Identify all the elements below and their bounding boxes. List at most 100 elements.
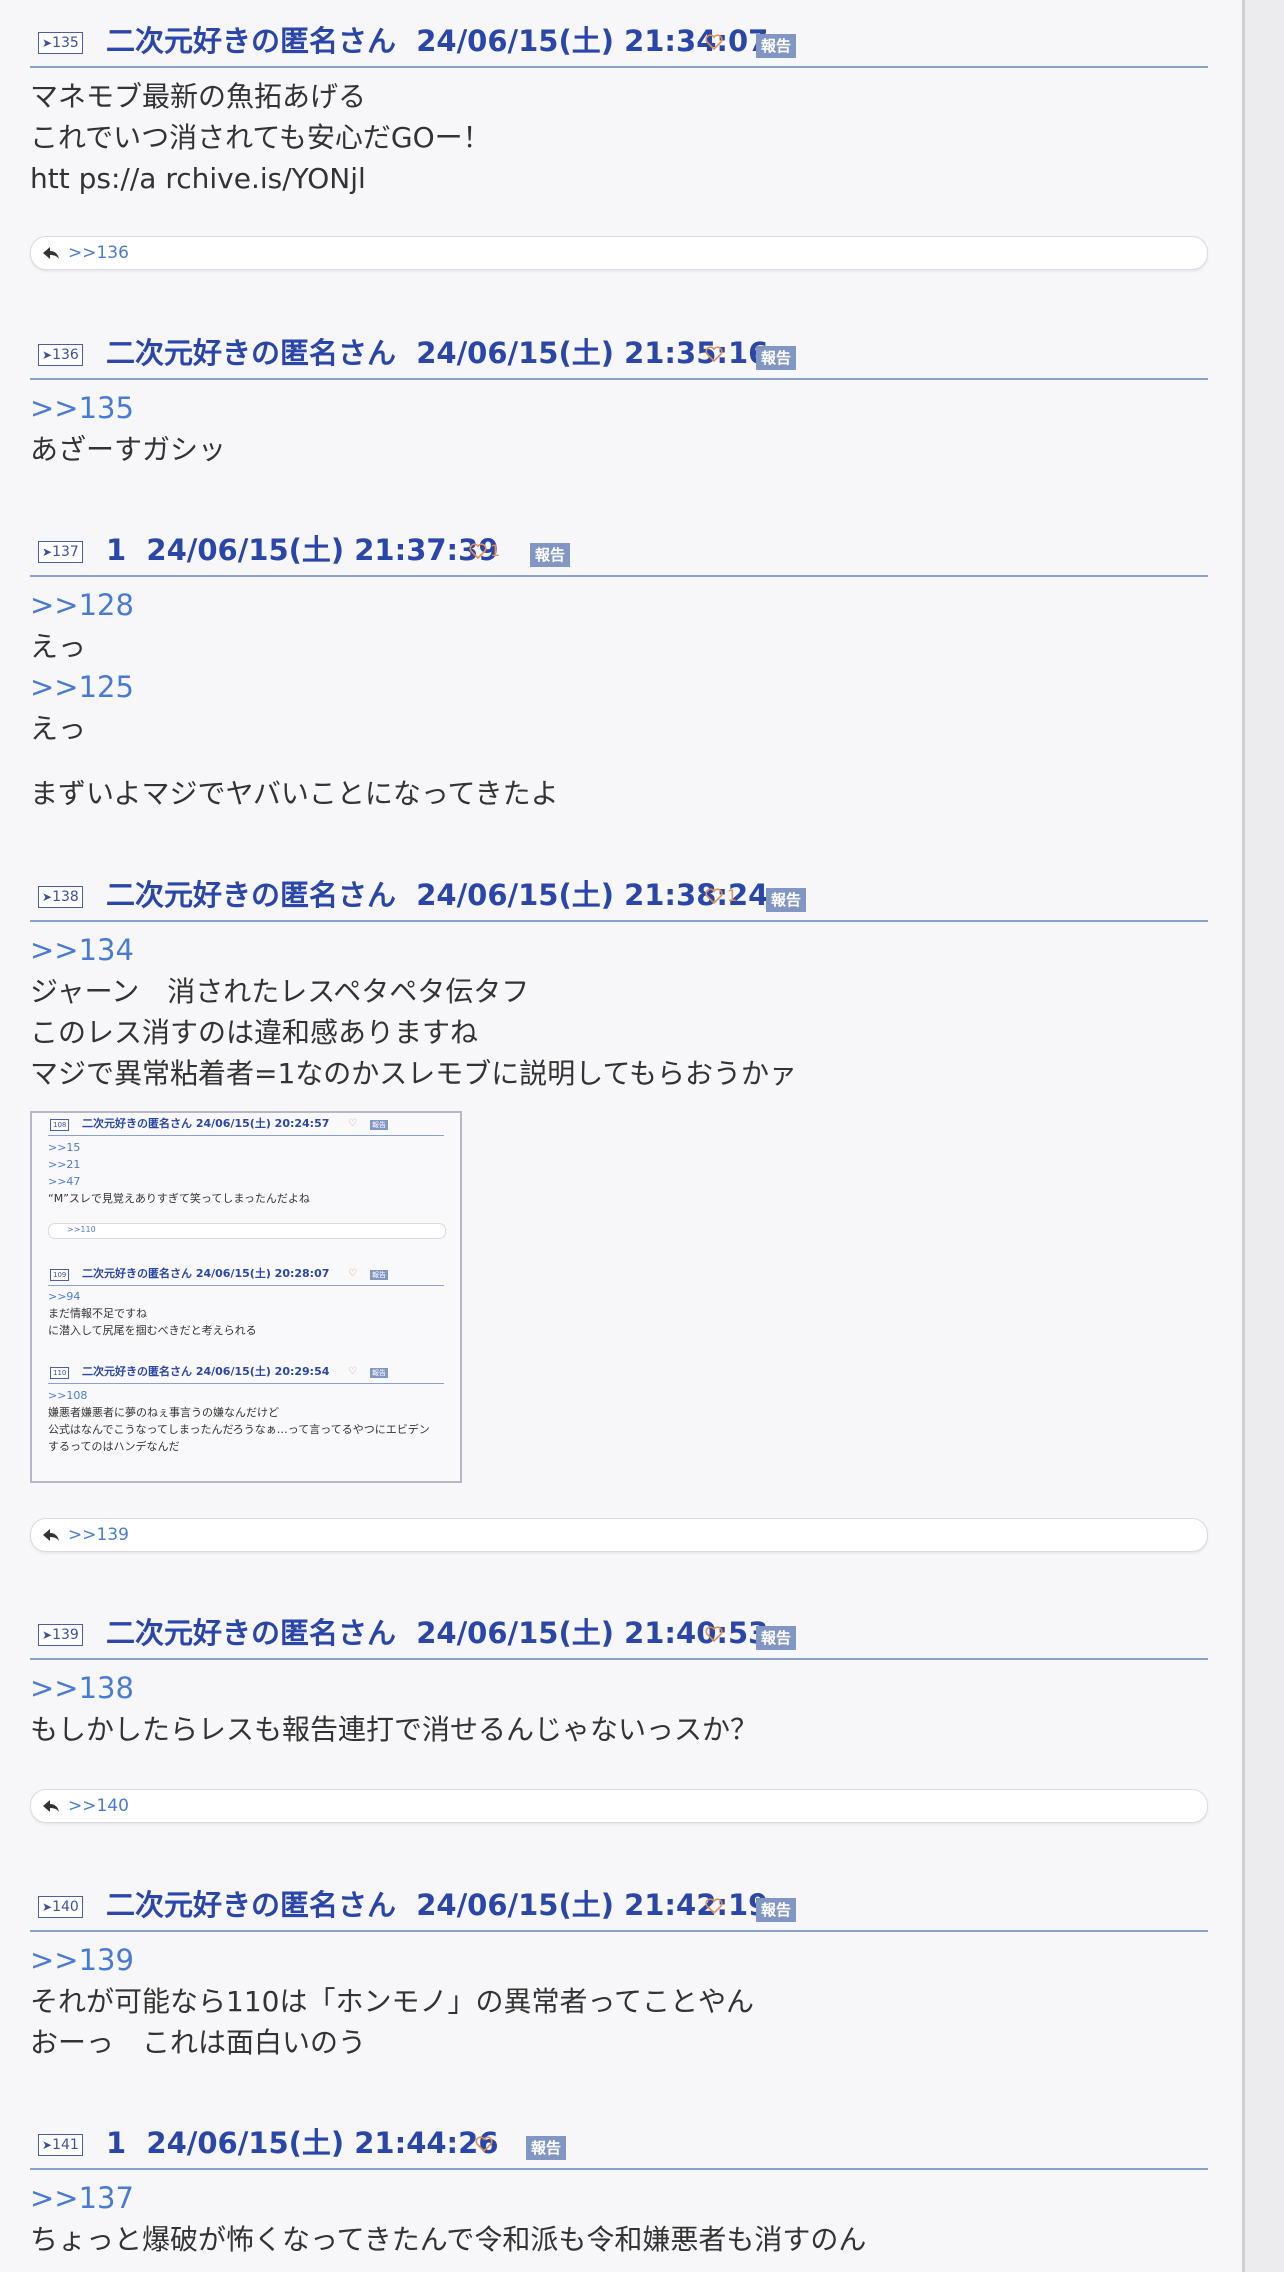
post-body: >>135 あざーすガシッ: [30, 380, 1208, 470]
poster-name: 1: [106, 533, 127, 567]
reply-link[interactable]: >>140: [68, 1796, 129, 1816]
reply-link[interactable]: >>139: [68, 1525, 129, 1545]
post-name-date: 二次元好きの匿名さん 24/06/15(土) 21:38:24: [106, 876, 768, 914]
mini-text: 嫌悪者嫌悪者に夢のねぇ事言うの嫌なんだけど: [48, 1406, 279, 1419]
like-count: 1: [727, 886, 738, 905]
like-count: 1: [490, 541, 501, 560]
post-name-date: 二次元好きの匿名さん 24/06/15(土) 21:35:16: [106, 334, 768, 372]
anchor-link[interactable]: >>135: [30, 388, 1208, 429]
anchor-link[interactable]: >>128: [30, 585, 1208, 626]
mini-anchor: >>47: [48, 1175, 81, 1188]
post-139: ➤139 二次元好きの匿名さん 24/06/15(土) 21:40:53 報告 …: [30, 1612, 1208, 1750]
post-text: ちょっと爆破が怖くなってきたんで令和派も令和嫌悪者も消すのん: [30, 2223, 867, 2256]
post-name-date: 1 24/06/15(土) 21:44:26: [106, 2124, 499, 2162]
post-number-button[interactable]: ➤135: [38, 32, 83, 54]
heart-icon[interactable]: [468, 541, 488, 561]
mini-post-number: 108: [50, 1119, 70, 1131]
mini-post-name: 二次元好きの匿名さん 24/06/15(土) 20:28:07: [82, 1267, 330, 1280]
heart-icon[interactable]: [704, 32, 724, 52]
heart-icon[interactable]: [704, 1896, 724, 1916]
post-header: ➤141 1 24/06/15(土) 21:44:26 報告: [30, 2122, 1208, 2170]
post-body: >>139 それが可能なら110は「ホンモノ」の異常者ってことやん おーっ これ…: [30, 1932, 1208, 2063]
mini-post-header: 110 二次元好きの匿名さん 24/06/15(土) 20:29:54 ♡ 報告: [48, 1365, 444, 1384]
post-number-button[interactable]: ➤140: [38, 1896, 83, 1918]
post-138: ➤138 二次元好きの匿名さん 24/06/15(土) 21:38:24 1 報…: [30, 874, 1208, 1094]
screenshot-thumbnail[interactable]: 108 二次元好きの匿名さん 24/06/15(土) 20:24:57 ♡ 報告…: [30, 1111, 462, 1483]
reply-link[interactable]: >>136: [68, 243, 129, 263]
report-button[interactable]: 報告: [530, 543, 571, 567]
post-text: えっ: [30, 712, 87, 745]
anchor-link[interactable]: >>139: [30, 1940, 1208, 1981]
reply-bar[interactable]: >>140: [30, 1789, 1208, 1823]
mini-text: に潜入して尻尾を掴むべきだと考えられる: [48, 1324, 257, 1337]
poster-name: 二次元好きの匿名さん: [106, 878, 397, 912]
mini-anchor: >>21: [48, 1158, 81, 1171]
mini-post-header: 109 二次元好きの匿名さん 24/06/15(土) 20:28:07 ♡ 報告: [48, 1267, 444, 1286]
post-number-button[interactable]: ➤139: [38, 1624, 83, 1646]
poster-name: 二次元好きの匿名さん: [106, 336, 397, 370]
post-name-date: 二次元好きの匿名さん 24/06/15(土) 21:34:07: [106, 22, 768, 60]
post-140: ➤140 二次元好きの匿名さん 24/06/15(土) 21:42:19 報告 …: [30, 1884, 1208, 2063]
scrollbar[interactable]: [1242, 0, 1284, 2272]
post-text: それが可能なら110は「ホンモノ」の異常者ってことやん: [30, 1985, 755, 2018]
heart-icon[interactable]: [704, 1624, 724, 1644]
poster-name: 1: [106, 2126, 127, 2160]
reply-arrow-icon: [43, 247, 59, 259]
post-header: ➤135 二次元好きの匿名さん 24/06/15(土) 21:34:07 報告: [30, 20, 1208, 68]
mini-heart-icon: ♡: [348, 1366, 357, 1377]
mini-report-label: 報告: [370, 1120, 388, 1130]
post-137: ➤137 1 24/06/15(土) 21:37:39 1 報告 >>128 え…: [30, 529, 1208, 814]
post-text: まずいよマジでヤバいことになってきたよ: [30, 777, 559, 810]
post-date: 24/06/15(土) 21:37:39: [146, 533, 499, 567]
post-body: >>137 ちょっと爆破が怖くなってきたんで令和派も令和嫌悪者も消すのん: [30, 2170, 1208, 2260]
mini-text: するってのはハンデなんだ: [48, 1440, 180, 1453]
anchor-link[interactable]: >>138: [30, 1668, 1208, 1709]
anchor-link[interactable]: >>137: [30, 2178, 1208, 2219]
report-button[interactable]: 報告: [756, 1898, 797, 1922]
heart-icon[interactable]: [474, 2134, 494, 2154]
post-text: マジで異常粘着者=1なのかスレモブに説明してもらおうかァ: [30, 1057, 798, 1090]
mini-post-name: 二次元好きの匿名さん 24/06/15(土) 20:29:54: [82, 1365, 330, 1378]
anchor-link[interactable]: >>125: [30, 667, 1208, 708]
post-text: htt ps://a rchive.is/YONjl: [30, 162, 366, 195]
post-text: ジャーン 消されたレスペタペタ伝タフ: [30, 975, 530, 1008]
post-body: マネモブ最新の魚拓あげる これでいつ消されても安心だGOー！ htt ps://…: [30, 68, 1208, 199]
post-135: ➤135 二次元好きの匿名さん 24/06/15(土) 21:34:07 報告 …: [30, 20, 1208, 199]
reply-bar[interactable]: >>136: [30, 236, 1208, 270]
heart-icon[interactable]: [704, 886, 724, 906]
post-date: 24/06/15(土) 21:44:26: [146, 2126, 499, 2160]
post-header: ➤136 二次元好きの匿名さん 24/06/15(土) 21:35:16 報告: [30, 332, 1208, 380]
post-text: もしかしたらレスも報告連打で消せるんじゃないっスか？: [30, 1713, 759, 1746]
post-136: ➤136 二次元好きの匿名さん 24/06/15(土) 21:35:16 報告 …: [30, 332, 1208, 470]
mini-anchor: >>94: [48, 1290, 81, 1303]
post-number-button[interactable]: ➤136: [38, 344, 83, 366]
report-button[interactable]: 報告: [756, 346, 797, 370]
reply-bar[interactable]: >>139: [30, 1518, 1208, 1552]
post-name-date: 1 24/06/15(土) 21:37:39: [106, 531, 499, 569]
post-body: >>128 えっ >>125 えっ まずいよマジでヤバいことになってきたよ: [30, 577, 1208, 814]
post-number-button[interactable]: ➤138: [38, 886, 83, 908]
mini-heart-icon: ♡: [348, 1118, 357, 1129]
mini-post-number: 110: [50, 1367, 70, 1379]
mini-report-label: 報告: [370, 1368, 388, 1378]
post-text: これでいつ消されても安心だGOー！: [30, 121, 491, 154]
post-text: えっ: [30, 630, 87, 663]
poster-name: 二次元好きの匿名さん: [106, 24, 397, 58]
report-button[interactable]: 報告: [526, 2136, 567, 2160]
mini-text: まだ情報不足ですね: [48, 1307, 147, 1320]
mini-report-label: 報告: [370, 1270, 388, 1280]
report-button[interactable]: 報告: [766, 888, 807, 912]
post-name-date: 二次元好きの匿名さん 24/06/15(土) 21:42:19: [106, 1886, 768, 1924]
mini-reply-bar: >>110: [48, 1223, 446, 1239]
heart-icon[interactable]: [704, 344, 724, 364]
report-button[interactable]: 報告: [756, 1626, 797, 1650]
anchor-link[interactable]: >>134: [30, 930, 1208, 971]
mini-heart-icon: ♡: [348, 1268, 357, 1279]
post-number-button[interactable]: ➤141: [38, 2134, 83, 2156]
report-button[interactable]: 報告: [756, 34, 797, 58]
post-body: >>138 もしかしたらレスも報告連打で消せるんじゃないっスか？: [30, 1660, 1208, 1750]
post-header: ➤138 二次元好きの匿名さん 24/06/15(土) 21:38:24 1 報…: [30, 874, 1208, 922]
post-number-button[interactable]: ➤137: [38, 541, 83, 563]
post-body: >>134 ジャーン 消されたレスペタペタ伝タフ このレス消すのは違和感あります…: [30, 922, 1208, 1094]
post-text: おーっ これは面白いのう: [30, 2026, 367, 2059]
